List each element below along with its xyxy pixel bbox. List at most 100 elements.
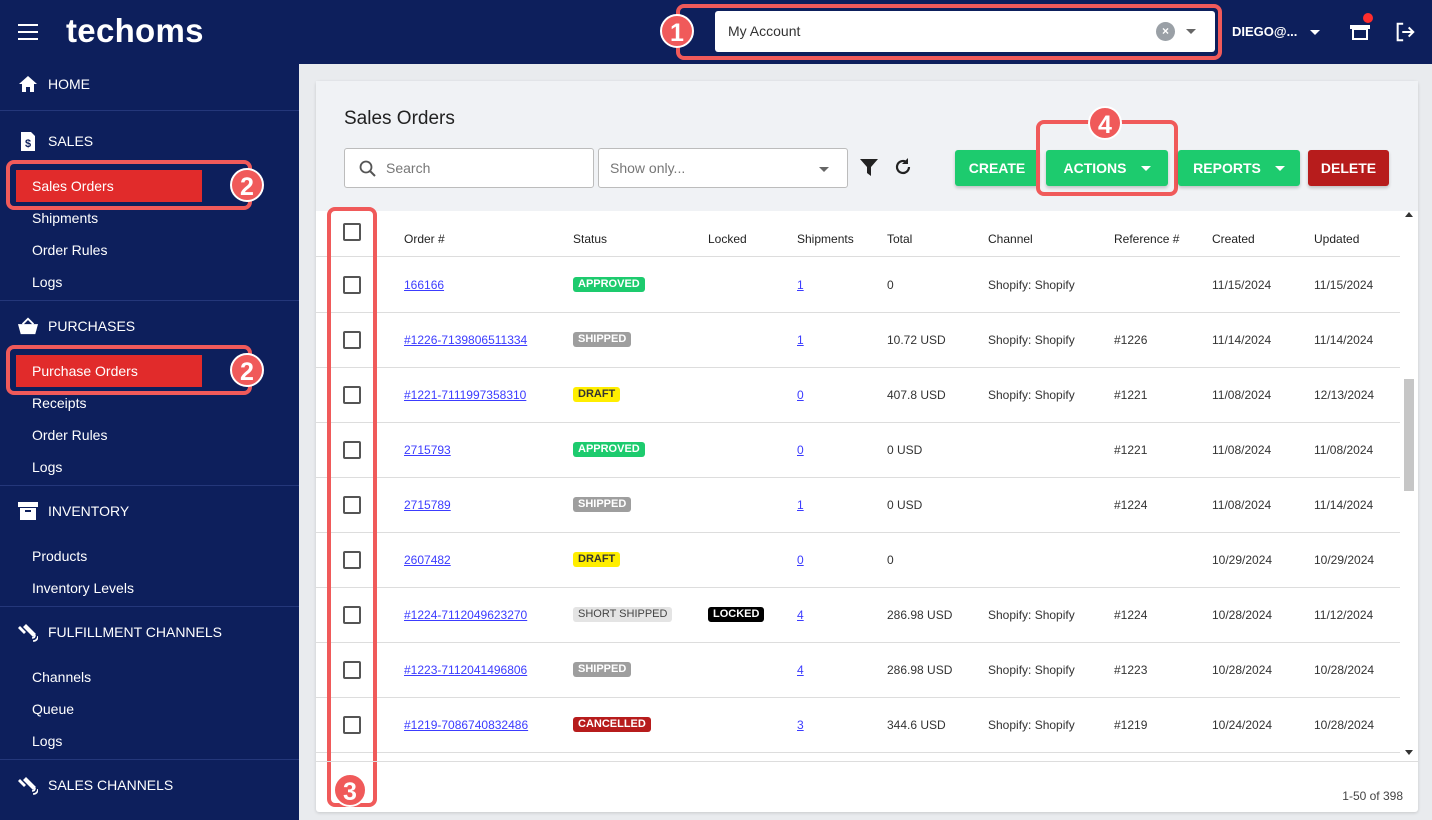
sidebar-item-logs[interactable]: Logs	[32, 733, 62, 749]
sidebar-section-sales-channels[interactable]: SALES CHANNELS	[18, 775, 173, 795]
updated-date: 11/08/2024	[1314, 443, 1374, 457]
order-number-link[interactable]: 166166	[404, 278, 444, 292]
sidebar-section-inventory[interactable]: INVENTORY	[18, 501, 129, 521]
archive-icon	[18, 501, 38, 521]
shipments-link[interactable]: 4	[797, 608, 804, 622]
column-header-total[interactable]: Total	[887, 232, 912, 246]
total-value: 344.6 USD	[887, 718, 946, 732]
sidebar-section-label: SALES CHANNELS	[48, 777, 174, 793]
reference-value: #1224	[1114, 608, 1148, 622]
create-button[interactable]: CREATE	[955, 150, 1039, 186]
table-row[interactable]: 2715793 APPROVED 0 0 USD #1221 11/08/2024 11/0…	[316, 423, 1400, 478]
filter-icon[interactable]	[860, 159, 878, 176]
table-row[interactable]: #1224-7112049623270 SHORT SHIPPED LOCKED 4 2…	[316, 588, 1400, 643]
show-only-select[interactable]: Show only...	[598, 148, 848, 188]
clear-icon[interactable]: ×	[1156, 22, 1175, 41]
status-badge: CANCELLED	[573, 717, 651, 732]
order-number-link[interactable]: #1226-7139806511334	[404, 333, 527, 347]
sidebar-item-logs[interactable]: Logs	[32, 274, 62, 290]
column-header-shipments[interactable]: Shipments	[797, 232, 854, 246]
table-row[interactable]: 2715789 SHIPPED 1 0 USD #1224 11/08/2024 11/14…	[316, 478, 1400, 533]
reports-button[interactable]: REPORTS	[1178, 150, 1300, 186]
search-input[interactable]: Search	[344, 148, 594, 188]
chevron-down-icon[interactable]	[1310, 30, 1320, 35]
column-header-reference[interactable]: Reference #	[1114, 232, 1179, 246]
column-header-channel[interactable]: Channel	[988, 232, 1033, 246]
callout-badge-2: 2	[230, 168, 264, 202]
shipments-link[interactable]: 0	[797, 388, 804, 402]
total-value: 407.8 USD	[887, 388, 946, 402]
sidebar-section-purchases[interactable]: PURCHASES	[18, 316, 135, 336]
table-row[interactable]: 166166 APPROVED 1 0 Shopify: Shopify 11/15/20…	[316, 258, 1400, 313]
callout-highlight-checkboxes	[327, 207, 377, 807]
sidebar-item-shipments[interactable]: Shipments	[32, 210, 98, 226]
sidebar-item-receipts[interactable]: Receipts	[32, 395, 86, 411]
sidebar-section-label: FULFILLMENT CHANNELS	[48, 624, 223, 640]
menu-icon[interactable]	[18, 24, 38, 40]
sidebar-section-label: SALES	[48, 133, 94, 149]
sidebar-item-home[interactable]: HOME	[18, 74, 90, 94]
table-row[interactable]: #1219-7086740832486 CANCELLED 3 344.6 USD Sh…	[316, 698, 1400, 753]
shipments-link[interactable]: 0	[797, 553, 804, 567]
scroll-down-icon[interactable]	[1405, 750, 1413, 755]
column-header-created[interactable]: Created	[1212, 232, 1255, 246]
table-row[interactable]: 2607482 DRAFT 0 0 10/29/2024 10/29/2024	[316, 533, 1400, 588]
sidebar-item-order-rules[interactable]: Order Rules	[32, 242, 107, 258]
sidebar-item-queue[interactable]: Queue	[32, 701, 74, 717]
channel-value: Shopify: Shopify	[988, 278, 1075, 292]
status-badge: SHIPPED	[573, 497, 632, 512]
account-selector[interactable]: My Account ×	[715, 11, 1215, 52]
callout-badge-4: 4	[1088, 106, 1122, 140]
user-menu[interactable]: DIEGO@...	[1232, 24, 1297, 39]
table-row[interactable]: #1223-7112041496806 SHIPPED 4 286.98 USD Sho…	[316, 643, 1400, 698]
order-number-link[interactable]: 2607482	[404, 553, 451, 567]
shipments-link[interactable]: 1	[797, 498, 804, 512]
sidebar-section-fulfillment-channels[interactable]: FULFILLMENT CHANNELS	[18, 622, 222, 642]
total-value: 286.98 USD	[887, 608, 953, 622]
actions-button[interactable]: ACTIONS	[1046, 150, 1168, 186]
reference-value: #1223	[1114, 663, 1148, 677]
status-badge: DRAFT	[573, 387, 621, 402]
created-date: 10/28/2024	[1212, 663, 1273, 677]
shipments-link[interactable]: 3	[797, 718, 804, 732]
table-row[interactable]: #1221-7111997358310 DRAFT 0 407.8 USD Shopif…	[316, 368, 1400, 423]
logout-icon[interactable]	[1394, 21, 1416, 43]
shipments-link[interactable]: 1	[797, 278, 804, 292]
top-bar: techoms My Account × DIEGO@...	[0, 0, 1432, 64]
column-header-updated[interactable]: Updated	[1314, 232, 1359, 246]
sidebar-item-logs[interactable]: Logs	[32, 459, 62, 475]
sidebar-item-sales-orders[interactable]: Sales Orders	[32, 178, 114, 194]
sidebar-item-products[interactable]: Products	[32, 548, 87, 564]
order-number-link[interactable]: 2715793	[404, 443, 451, 457]
delete-button[interactable]: DELETE	[1308, 150, 1389, 186]
table-row[interactable]: #1226-7139806511334 SHIPPED 1 10.72 USD Shop…	[316, 313, 1400, 368]
order-number-link[interactable]: #1223-7112041496806	[404, 663, 527, 677]
shipments-link[interactable]: 4	[797, 663, 804, 677]
column-header-order[interactable]: Order #	[404, 232, 445, 246]
sidebar-item-purchase-orders[interactable]: Purchase Orders	[32, 363, 138, 379]
shipments-link[interactable]: 1	[797, 333, 804, 347]
sidebar-item-order-rules[interactable]: Order Rules	[32, 427, 107, 443]
scrollbar-thumb[interactable]	[1404, 379, 1414, 491]
scroll-up-icon[interactable]	[1405, 212, 1413, 217]
shipments-link[interactable]: 0	[797, 443, 804, 457]
order-number-link[interactable]: #1219-7086740832486	[404, 718, 528, 732]
logo[interactable]: techoms	[66, 12, 204, 50]
column-header-locked[interactable]: Locked	[708, 232, 747, 246]
sidebar-item-channels[interactable]: Channels	[32, 669, 91, 685]
created-date: 10/24/2024	[1212, 718, 1273, 732]
svg-text:$: $	[25, 138, 31, 150]
order-number-link[interactable]: 2715789	[404, 498, 451, 512]
chevron-down-icon	[1140, 165, 1151, 171]
invoice-icon: $	[18, 131, 38, 151]
column-header-status[interactable]: Status	[573, 232, 607, 246]
order-number-link[interactable]: #1224-7112049623270	[404, 608, 527, 622]
refresh-icon[interactable]	[893, 157, 913, 177]
gift-icon[interactable]	[1350, 13, 1373, 41]
total-value: 10.72 USD	[887, 333, 946, 347]
sidebar-item-inventory-levels[interactable]: Inventory Levels	[32, 580, 134, 596]
order-number-link[interactable]: #1221-7111997358310	[404, 388, 526, 402]
basket-icon	[18, 316, 38, 336]
sidebar-section-sales[interactable]: $ SALES	[18, 131, 93, 151]
chevron-down-icon[interactable]	[1186, 29, 1196, 34]
